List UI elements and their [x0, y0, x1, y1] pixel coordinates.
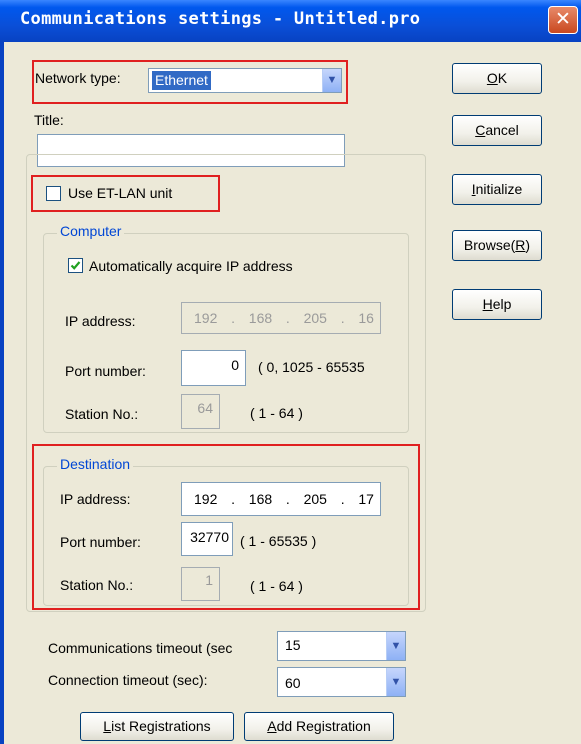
- help-mnemonic: H: [482, 296, 493, 312]
- use-et-lan-checkbox[interactable]: [46, 186, 61, 201]
- computer-legend: Computer: [57, 223, 125, 239]
- ip-separator: .: [340, 491, 345, 507]
- comm-timeout-select[interactable]: 15 ▼: [277, 631, 406, 661]
- computer-station-label: Station No.:: [65, 406, 139, 422]
- ip-separator: .: [231, 310, 236, 326]
- computer-station-field: 64: [181, 394, 220, 429]
- window-frame-left: [0, 42, 4, 744]
- ok-button[interactable]: OK: [452, 63, 542, 94]
- auto-ip-label: Automatically acquire IP address: [89, 258, 293, 274]
- ip-octet: 192: [194, 491, 218, 507]
- ip-separator: .: [340, 310, 345, 326]
- add-registration-mnemonic: A: [267, 718, 277, 734]
- destination-station-field: 1: [181, 567, 220, 601]
- close-button[interactable]: ✕: [548, 6, 578, 34]
- ok-mnemonic: O: [486, 70, 498, 86]
- cancel-button[interactable]: Cancel: [452, 115, 542, 146]
- title-label: Title:: [34, 112, 64, 128]
- checkmark-icon: [70, 261, 81, 270]
- computer-port-input[interactable]: 0: [181, 350, 246, 386]
- computer-port-range: ( 0, 1025 - 65535: [258, 359, 365, 375]
- ip-octet: 205: [303, 310, 327, 326]
- computer-ip-label: IP address:: [65, 313, 136, 329]
- destination-port-label: Port number:: [60, 534, 141, 550]
- list-registrations-label: ist Registrations: [111, 718, 211, 734]
- network-type-value: Ethernet: [152, 71, 211, 90]
- add-registration-label: dd Registration: [276, 718, 371, 734]
- destination-port-input[interactable]: 32770: [181, 522, 233, 556]
- network-type-label: Network type:: [35, 70, 121, 86]
- browse-mnemonic: R: [515, 237, 526, 253]
- ip-separator: .: [231, 491, 236, 507]
- ip-octet: 192: [194, 310, 218, 326]
- browse-button[interactable]: Browse(R): [452, 230, 542, 261]
- initialize-label: nitialize: [475, 181, 523, 197]
- add-registration-button[interactable]: Add Registration: [244, 712, 394, 741]
- ip-octet: 17: [358, 491, 374, 507]
- ip-octet: 168: [248, 491, 273, 507]
- comm-timeout-label: Communications timeout (sec: [48, 640, 233, 656]
- computer-station-range: ( 1 - 64 ): [250, 405, 303, 421]
- ip-separator: .: [285, 310, 290, 326]
- chevron-down-icon[interactable]: ▼: [386, 632, 405, 660]
- list-registrations-mnemonic: L: [103, 718, 112, 734]
- ip-octet: 16: [358, 310, 374, 326]
- computer-port-label: Port number:: [65, 363, 146, 379]
- destination-ip-label: IP address:: [60, 491, 131, 507]
- destination-port-range: ( 1 - 65535 ): [240, 533, 317, 549]
- chevron-down-icon[interactable]: ▼: [386, 668, 405, 696]
- help-label: elp: [492, 296, 512, 312]
- ip-octet: 168: [248, 310, 273, 326]
- comm-timeout-value: 15: [285, 637, 301, 653]
- close-icon: ✕: [555, 8, 571, 30]
- help-button[interactable]: Help: [452, 289, 542, 320]
- browse-label-end: ): [525, 237, 531, 253]
- conn-timeout-value: 60: [285, 675, 301, 691]
- initialize-button[interactable]: Initialize: [452, 174, 542, 205]
- chevron-down-icon[interactable]: ▼: [322, 69, 341, 92]
- destination-station-label: Station No.:: [60, 577, 134, 593]
- destination-station-range: ( 1 - 64 ): [250, 578, 303, 594]
- cancel-mnemonic: C: [475, 122, 486, 138]
- conn-timeout-select[interactable]: 60 ▼: [277, 667, 406, 697]
- destination-legend: Destination: [57, 456, 134, 472]
- conn-timeout-label: Connection timeout (sec):: [48, 672, 208, 688]
- destination-ip-input[interactable]: 192. 168. 205. 17: [181, 482, 381, 516]
- ip-octet: 205: [303, 491, 327, 507]
- browse-label: Browse(: [463, 237, 516, 253]
- cancel-label: ancel: [485, 122, 519, 138]
- ok-label: K: [497, 70, 508, 86]
- list-registrations-button[interactable]: List Registrations: [80, 712, 234, 741]
- window-title: Communications settings - Untitled.pro: [20, 9, 421, 29]
- use-et-lan-label: Use ET-LAN unit: [68, 185, 173, 201]
- network-type-select[interactable]: Ethernet ▼: [148, 68, 342, 93]
- computer-ip-field: 192. 168. 205. 16: [181, 302, 381, 334]
- ip-separator: .: [285, 491, 290, 507]
- auto-ip-checkbox[interactable]: [68, 258, 83, 273]
